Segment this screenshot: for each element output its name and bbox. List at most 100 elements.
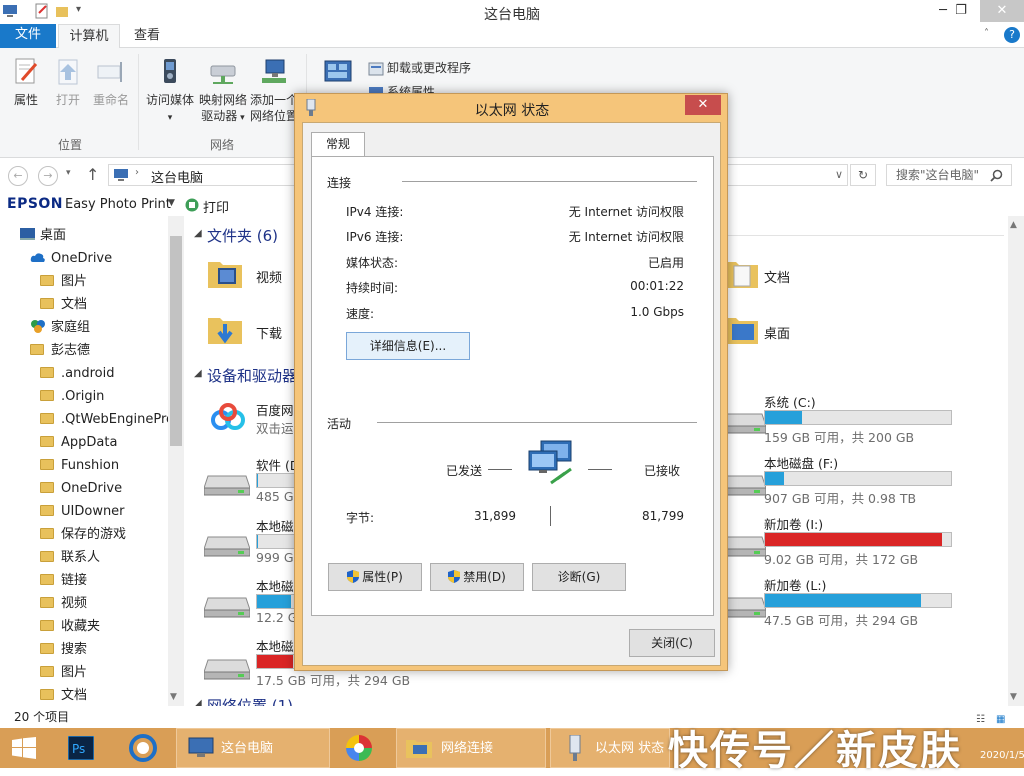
uninstall-program-button[interactable]: 卸载或更改程序 (368, 60, 471, 77)
nav-scrollbar-thumb[interactable] (170, 236, 182, 446)
drive-c-name[interactable]: 系统 (C:) (764, 392, 816, 411)
drive-local-2-usage-bar (256, 594, 296, 609)
access-media-button[interactable]: 访问媒体 ▾ (144, 56, 196, 126)
section-folders-header[interactable]: 文件夹 (6) (207, 225, 278, 246)
collapse-folders-icon[interactable]: ◢ (194, 228, 202, 239)
drive-i-name[interactable]: 新加卷 (I:) (764, 514, 823, 533)
collapse-network-icon[interactable]: ◢ (194, 698, 202, 706)
connection-header: 连接 (327, 176, 352, 190)
nav-scroll-down-icon[interactable]: ▼ (170, 692, 177, 702)
help-button[interactable]: ? (1004, 27, 1020, 43)
ribbon-collapse-icon[interactable]: ˄ (984, 28, 989, 39)
group-label-location: 位置 (57, 138, 82, 152)
360-browser-icon (346, 735, 372, 761)
computer-icon (188, 737, 214, 757)
received-label: 已接收 (644, 464, 681, 478)
folder-videos[interactable]: 视频 (256, 267, 282, 286)
easy-photo-print-button[interactable]: Easy Photo Print (65, 197, 171, 212)
nav-item-origin[interactable]: .Origin (40, 387, 104, 407)
drive-f-usage-fill (765, 472, 784, 485)
nav-item-onedrive[interactable]: OneDrive (30, 249, 112, 269)
nav-item-android[interactable]: .android (40, 364, 114, 384)
nav-item-contacts[interactable]: 联系人 (40, 548, 100, 568)
nav-item-saved-games[interactable]: 保存的游戏 (40, 525, 126, 545)
tab-view[interactable]: 查看 (122, 24, 172, 48)
tab-general[interactable]: 常规 (311, 132, 365, 157)
back-button[interactable]: ← (8, 166, 28, 186)
nav-item-funshion[interactable]: Funshion (40, 456, 119, 476)
recent-locations-icon[interactable]: ▾ (66, 168, 71, 178)
nav-item-desktop[interactable]: 桌面 (20, 226, 66, 246)
taskbar-photoshop[interactable]: Ps (64, 728, 102, 768)
scroll-down-icon[interactable]: ▼ (1010, 692, 1017, 702)
drive-l-name[interactable]: 新加卷 (L:) (764, 575, 826, 594)
app-baidu-name[interactable]: 百度网 (256, 400, 294, 419)
nav-item-homegroup[interactable]: 家庭组 (30, 318, 90, 338)
control-panel-button[interactable] (318, 56, 358, 92)
maximize-button[interactable]: ❐ (944, 0, 978, 22)
drive-local-3-name[interactable]: 本地磁 (256, 636, 294, 655)
forward-button[interactable]: → (38, 166, 58, 186)
media-device-icon (164, 59, 176, 83)
address-dropdown-icon[interactable]: ∨ (835, 168, 843, 181)
nav-item-onedrive-user[interactable]: OneDrive (40, 479, 122, 499)
dialog-close-button[interactable]: ✕ (685, 95, 721, 115)
details-button[interactable]: 详细信息(E)... (346, 332, 470, 360)
tab-file[interactable]: 文件 (0, 24, 56, 48)
content-scrollbar[interactable] (1008, 216, 1024, 706)
properties-button[interactable]: 属性 (8, 56, 44, 108)
nav-item-searches[interactable]: 搜索 (40, 640, 87, 660)
drive-local-1-name[interactable]: 本地磁 (256, 516, 294, 535)
nav-item-links[interactable]: 链接 (40, 571, 87, 591)
drive-f-name[interactable]: 本地磁盘 (F:) (764, 453, 838, 472)
taskbar-browser[interactable] (120, 728, 168, 768)
taskbar-360[interactable] (338, 728, 386, 768)
up-arrow-icon[interactable]: ↑ (86, 165, 99, 184)
epson-dropdown-icon[interactable]: ▼ (168, 198, 175, 208)
taskbar-item-network-connections[interactable]: 网络连接 (396, 728, 546, 768)
folder-downloads[interactable]: 下载 (256, 323, 282, 342)
nav-item-user-folder[interactable]: 彭志德 (30, 341, 90, 361)
open-button[interactable]: 打开 (50, 56, 86, 108)
videos-folder-icon (40, 597, 54, 608)
close-button[interactable]: ✕ (980, 0, 1024, 22)
collapse-devices-icon[interactable]: ◢ (194, 368, 202, 379)
nav-item-documents-user[interactable]: 文档 (40, 686, 87, 706)
properties-button[interactable]: 属性(P) (328, 563, 422, 591)
drive-local-2-name[interactable]: 本地磁 (256, 576, 294, 595)
diagnose-button[interactable]: 诊断(G) (532, 563, 626, 591)
ipv4-value: 无 Internet 访问权限 (568, 205, 684, 219)
tab-computer[interactable]: 计算机 (58, 24, 120, 49)
ipv6-value: 无 Internet 访问权限 (568, 230, 684, 244)
taskbar-item-this-pc[interactable]: 这台电脑 (176, 728, 330, 768)
start-windows-icon[interactable] (12, 737, 36, 759)
nav-item-pictures[interactable]: 图片 (40, 272, 87, 292)
breadcrumb-computer[interactable]: 这台电脑 (151, 167, 203, 186)
nav-item-qtwebengine[interactable]: .QtWebEngineProc (40, 410, 181, 430)
section-devices-header[interactable]: 设备和驱动器 (207, 365, 297, 386)
search-icon[interactable] (990, 169, 1003, 182)
close-dialog-button[interactable]: 关闭(C) (629, 629, 715, 657)
nav-item-documents[interactable]: 文档 (40, 295, 87, 315)
homegroup-icon (31, 320, 45, 333)
folder-documents[interactable]: 文档 (764, 267, 790, 286)
nav-item-uidowner[interactable]: UIDowner (40, 502, 125, 522)
nav-item-videos[interactable]: 视频 (40, 594, 87, 614)
section-network-header[interactable]: 网络位置 (1) (207, 695, 293, 706)
taskbar-item-ethernet-status[interactable]: 以太网 状态 (550, 728, 670, 768)
map-network-drive-button[interactable]: 映射网络 驱动器 ▾ (198, 56, 248, 126)
folder-icon (40, 482, 54, 493)
scroll-up-icon[interactable]: ▲ (1010, 220, 1017, 230)
print-button[interactable]: 打印 (203, 197, 229, 216)
nav-item-favorites[interactable]: 收藏夹 (40, 617, 100, 637)
clock-date[interactable]: 2020/1/5 (980, 750, 1024, 761)
nav-item-pictures-user[interactable]: 图片 (40, 663, 87, 683)
rename-button[interactable]: 重命名 (90, 56, 132, 108)
drive-d-name[interactable]: 软件 (D (256, 455, 299, 474)
folder-icon (40, 367, 54, 378)
add-network-location-button[interactable]: 添加一个 网络位置 (250, 56, 298, 124)
refresh-button[interactable]: ↻ (850, 164, 876, 186)
folder-desktop[interactable]: 桌面 (764, 323, 790, 342)
nav-item-appdata[interactable]: AppData (40, 433, 117, 453)
disable-button[interactable]: 禁用(D) (430, 563, 524, 591)
